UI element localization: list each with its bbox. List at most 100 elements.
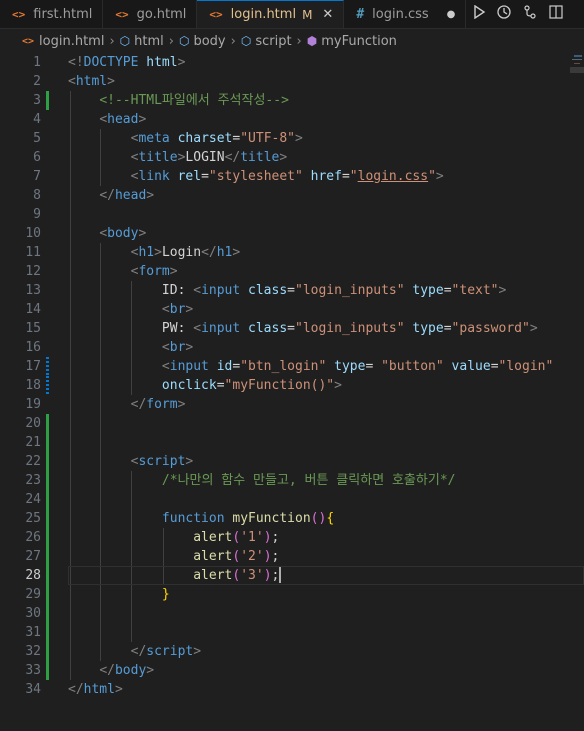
code-token: >: [185, 302, 194, 317]
line-number: 14: [25, 302, 41, 317]
code-line[interactable]: 17 <input id="btn_login" type= "button" …: [0, 357, 584, 376]
line-number: 5: [33, 131, 41, 146]
code-token: login.css: [357, 169, 429, 184]
code-text: <script>: [68, 452, 194, 471]
line-number: 34: [25, 682, 41, 697]
code-line[interactable]: 13 ID: <input class="login_inputs" type=…: [0, 281, 584, 300]
code-token: h1: [138, 245, 155, 260]
code-text: </script>: [68, 642, 201, 661]
code-line[interactable]: 2 <html>: [0, 72, 584, 91]
code-line[interactable]: 3 <!--HTML파일에서 주석작성-->: [0, 91, 584, 110]
code-token: class: [248, 321, 288, 336]
code-line[interactable]: 30: [0, 604, 584, 623]
code-line[interactable]: 27 alert('2');: [0, 547, 584, 566]
code-line[interactable]: 23 /*나만의 함수 만들고, 버튼 클릭하면 호출하기*/: [0, 471, 584, 490]
code-text: <link rel="stylesheet" href="login.css">: [68, 167, 444, 186]
code-text: ID: <input class="login_inputs" type="te…: [68, 281, 506, 300]
code-line[interactable]: 29 }: [0, 585, 584, 604]
tab-first-html[interactable]: <> first.html: [0, 0, 104, 28]
code-token: input: [201, 321, 241, 336]
code-line[interactable]: 18 onclick="myFunction()">: [0, 376, 584, 395]
unsaved-dot-icon[interactable]: ●: [447, 9, 456, 20]
code-line[interactable]: 24: [0, 490, 584, 509]
code-line[interactable]: 9: [0, 205, 584, 224]
code-token: <: [193, 321, 202, 336]
code-token: }: [161, 587, 170, 602]
code-line[interactable]: 7 <link rel="stylesheet" href="login.css…: [0, 167, 584, 186]
code-line[interactable]: 25 function myFunction(){: [0, 509, 584, 528]
breadcrumb-html[interactable]: html: [134, 34, 164, 49]
code-line[interactable]: 5 <meta charset="UTF-8">: [0, 129, 584, 148]
code-line[interactable]: 28 alert('3');: [0, 566, 584, 585]
split-editor-icon[interactable]: [548, 4, 564, 24]
code-token: >: [435, 169, 444, 184]
minimap[interactable]: [570, 53, 584, 731]
code-token: h1: [216, 245, 233, 260]
tab-go-html[interactable]: <> go.html: [103, 0, 198, 28]
code-token: >: [146, 188, 155, 203]
code-line[interactable]: 19 </form>: [0, 395, 584, 414]
code-token: "password": [451, 321, 530, 336]
code-text: <br>: [68, 338, 193, 357]
tab-login-html[interactable]: <> login.html M ✕: [197, 0, 345, 28]
code-token: >: [185, 340, 194, 355]
code-line[interactable]: 20: [0, 414, 584, 433]
line-number: 4: [33, 112, 41, 127]
code-token: </: [99, 188, 115, 203]
code-token: =: [341, 169, 350, 184]
line-number: 23: [25, 473, 41, 488]
code-line[interactable]: 21: [0, 433, 584, 452]
code-text: /*나만의 함수 만들고, 버튼 클릭하면 호출하기*/: [68, 471, 456, 490]
run-icon[interactable]: [472, 4, 486, 23]
code-line[interactable]: 31: [0, 623, 584, 642]
code-line[interactable]: 4 <head>: [0, 110, 584, 129]
line-number: 15: [25, 321, 41, 336]
code-line[interactable]: 6 <title>LOGIN</title>: [0, 148, 584, 167]
breadcrumb-script[interactable]: script: [255, 34, 291, 49]
code-line[interactable]: 15 PW: <input class="login_inputs" type=…: [0, 319, 584, 338]
code-token: </: [99, 663, 115, 678]
code-token: =: [287, 283, 295, 298]
tab-login-css[interactable]: # login.css ●: [344, 0, 467, 28]
code-line[interactable]: 12 <form>: [0, 262, 584, 281]
breadcrumb-function[interactable]: myFunction: [321, 34, 397, 49]
code-line[interactable]: 11 <h1>Login</h1>: [0, 243, 584, 262]
code-token: "text": [451, 283, 499, 298]
code-line[interactable]: 16 <br>: [0, 338, 584, 357]
line-number: 11: [25, 245, 41, 260]
code-editor[interactable]: 1 <!DOCTYPE html> 2 <html> 3 <!--HTML파일에서 주석…: [0, 53, 584, 731]
code-token: '3': [240, 568, 264, 583]
line-number: 27: [25, 549, 41, 564]
code-line[interactable]: 22 <script>: [0, 452, 584, 471]
code-token: </: [130, 397, 147, 412]
code-token: <: [161, 302, 170, 317]
breadcrumb-body[interactable]: body: [193, 34, 225, 49]
line-number: 12: [25, 264, 41, 279]
code-line[interactable]: 14 <br>: [0, 300, 584, 319]
code-token: LOGIN: [185, 150, 225, 165]
code-token: >: [295, 131, 303, 146]
close-icon[interactable]: ✕: [322, 7, 333, 22]
code-line[interactable]: 34 </html>: [0, 680, 584, 699]
code-token: body: [114, 663, 147, 678]
code-line[interactable]: 26 alert('1');: [0, 528, 584, 547]
code-token: >: [169, 264, 178, 279]
code-line[interactable]: 33 </body>: [0, 661, 584, 680]
code-line[interactable]: 8 </head>: [0, 186, 584, 205]
code-token: charset: [177, 131, 233, 146]
code-line[interactable]: 32 </script>: [0, 642, 584, 661]
breadcrumb-file[interactable]: login.html: [39, 34, 104, 49]
code-line[interactable]: 1 <!DOCTYPE html>: [0, 53, 584, 72]
open-changes-icon[interactable]: [522, 4, 538, 24]
code-token: br: [169, 302, 186, 317]
code-line[interactable]: 10 <body>: [0, 224, 584, 243]
html-file-icon: <>: [115, 7, 129, 21]
timeline-icon[interactable]: [496, 4, 512, 24]
